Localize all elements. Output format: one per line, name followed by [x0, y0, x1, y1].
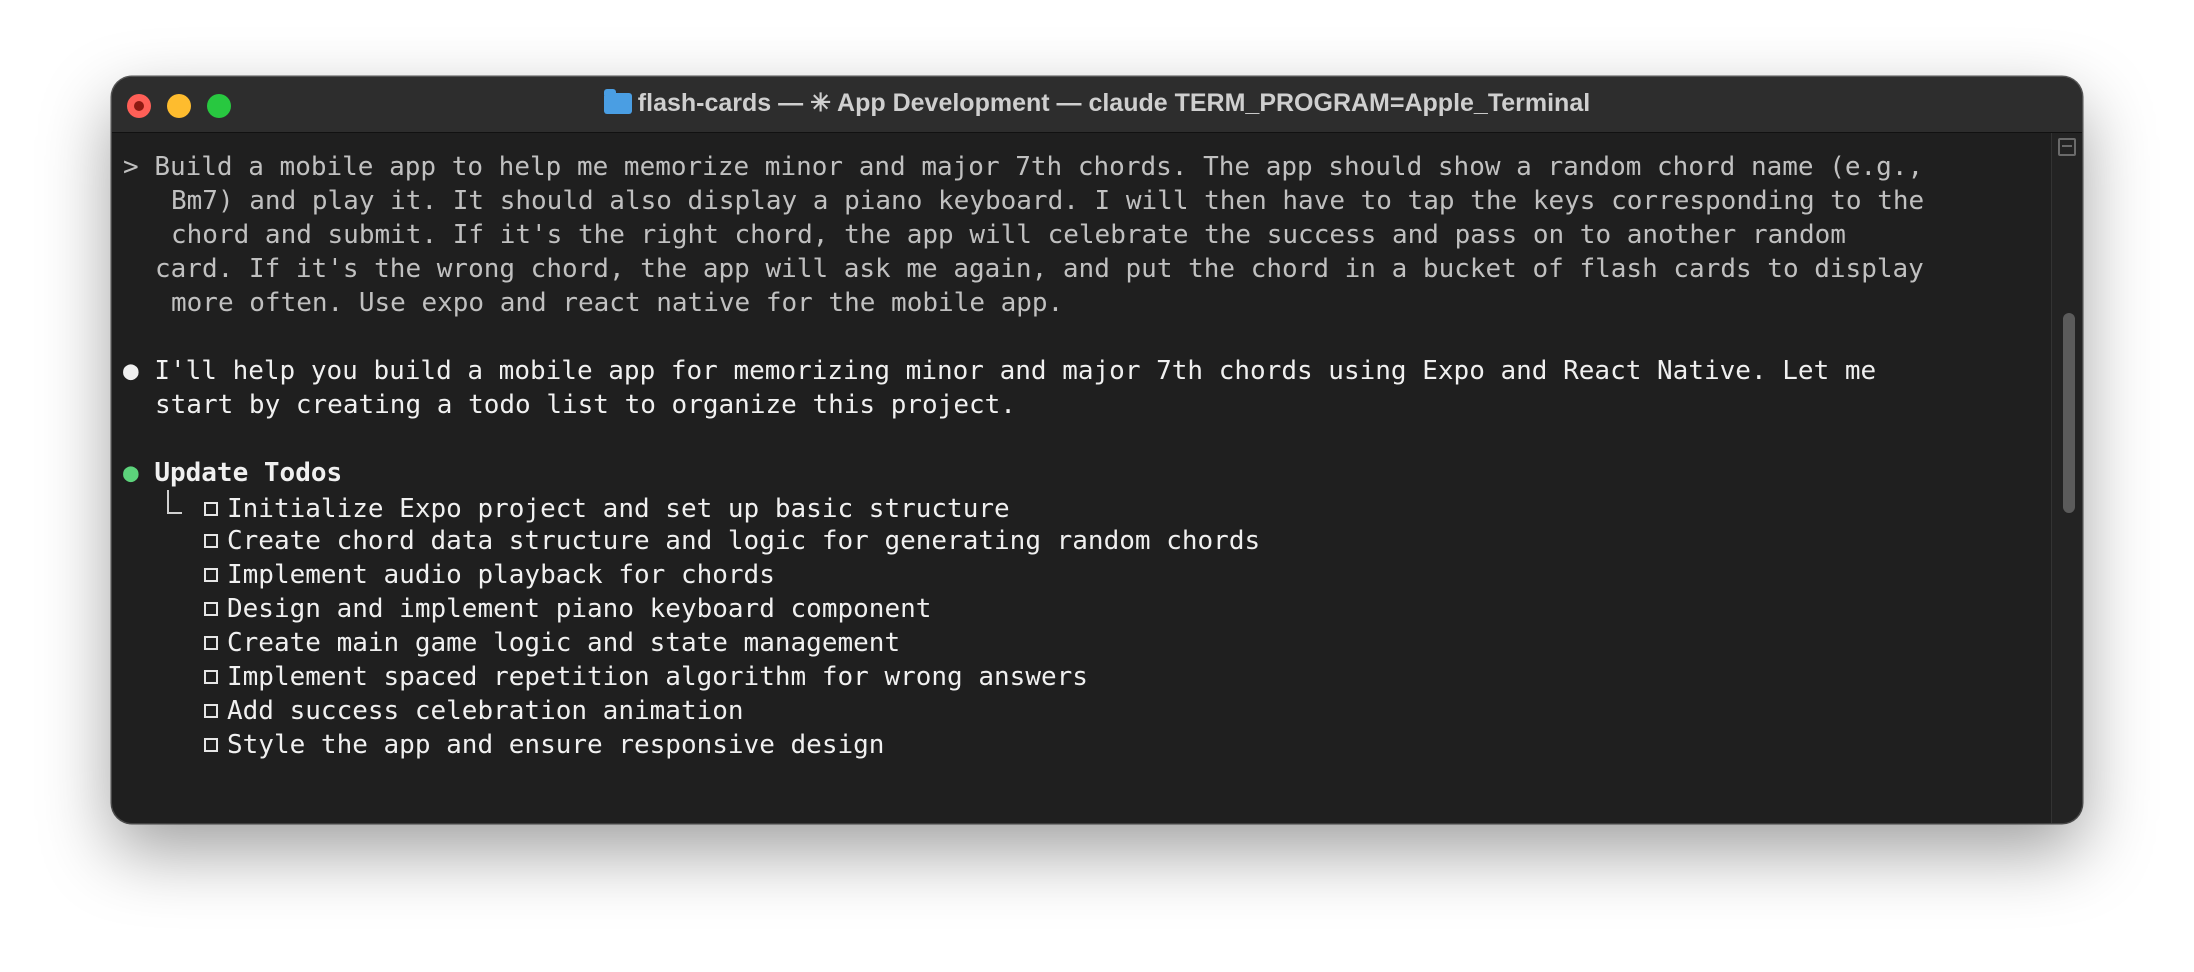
checkbox-icon	[204, 738, 218, 752]
todo-item: Initialize Expo project and set up basic…	[167, 490, 1010, 524]
todo-label: Design and implement piano keyboard comp…	[227, 594, 932, 624]
window-title-container: flash-cards — ✳ App Development — claude…	[112, 88, 2082, 118]
todo-label: Create chord data structure and logic fo…	[227, 526, 1261, 556]
response-bullet: ●	[123, 356, 139, 386]
checkbox-icon	[204, 534, 218, 548]
prompt-line-3: chord and submit. If it's the right chor…	[171, 220, 1846, 250]
prompt-line-1: > Build a mobile app to help me memorize…	[123, 150, 1923, 184]
title-bar[interactable]: flash-cards — ✳ App Development — claude…	[112, 77, 2082, 133]
todo-label: Style the app and ensure responsive desi…	[227, 730, 885, 760]
todo-item: Create chord data structure and logic fo…	[204, 524, 1260, 558]
todo-item: Implement audio playback for chords	[204, 558, 775, 592]
checkbox-icon	[204, 602, 218, 616]
response-line-2: start by creating a todo list to organiz…	[155, 390, 1016, 420]
todo-label: Implement audio playback for chords	[227, 560, 775, 590]
terminal-output[interactable]: > Build a mobile app to help me memorize…	[112, 133, 2052, 823]
todos-heading-line: ● Update Todos	[123, 456, 342, 490]
window-title: flash-cards — ✳ App Development — claude…	[637, 89, 1591, 117]
scrollbar-thumb[interactable]	[2063, 313, 2075, 513]
todo-label: Add success celebration animation	[227, 696, 744, 726]
todo-item: Design and implement piano keyboard comp…	[204, 592, 931, 626]
checkbox-icon	[204, 568, 218, 582]
response-text-1: I'll help you build a mobile app for mem…	[154, 356, 1877, 386]
split-view-icon[interactable]	[2058, 138, 2076, 156]
prompt-line-5: more often. Use expo and react native fo…	[171, 288, 1064, 318]
todos-heading: Update Todos	[154, 458, 343, 488]
checkbox-icon	[204, 670, 218, 684]
checkbox-icon	[204, 636, 218, 650]
folder-icon	[603, 89, 632, 114]
tree-connector-icon	[167, 490, 182, 514]
todo-label: Create main game logic and state managem…	[227, 628, 901, 658]
prompt-symbol: >	[123, 152, 139, 182]
todo-item: Create main game logic and state managem…	[204, 626, 900, 660]
todos-status-bullet: ●	[123, 458, 139, 488]
prompt-line-2: Bm7) and play it. It should also display…	[171, 186, 1925, 216]
terminal-window: flash-cards — ✳ App Development — claude…	[112, 77, 2082, 823]
todo-label: Implement spaced repetition algorithm fo…	[227, 662, 1088, 692]
todo-item: Implement spaced repetition algorithm fo…	[204, 660, 1088, 694]
prompt-line-4: card. If it's the wrong chord, the app w…	[155, 254, 1924, 284]
response-line-1: ● I'll help you build a mobile app for m…	[123, 354, 1876, 388]
checkbox-icon	[204, 704, 218, 718]
prompt-text-1: Build a mobile app to help me memorize m…	[154, 152, 1924, 182]
checkbox-icon	[204, 502, 218, 516]
todo-label: Initialize Expo project and set up basic…	[227, 494, 1010, 524]
scrollbar[interactable]	[2051, 133, 2082, 823]
todo-item: Style the app and ensure responsive desi…	[204, 728, 884, 762]
todo-item: Add success celebration animation	[204, 694, 744, 728]
